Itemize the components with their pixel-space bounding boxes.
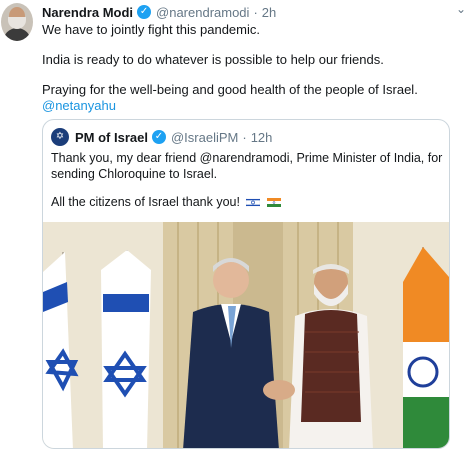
author-avatar[interactable] bbox=[1, 3, 33, 41]
quoted-text-line: sending Chloroquine to Israel. bbox=[51, 167, 218, 181]
tweet-photo[interactable] bbox=[43, 222, 449, 448]
time-separator: · bbox=[253, 4, 258, 20]
avatar-body bbox=[3, 28, 31, 41]
tweet-text-line: India is ready to do whatever is possibl… bbox=[42, 52, 384, 67]
quoted-author-name[interactable]: PM of Israel bbox=[75, 130, 148, 145]
tweet-timestamp[interactable]: 2h bbox=[262, 5, 276, 20]
chevron-down-icon[interactable]: ⌄ bbox=[456, 2, 466, 16]
author-name[interactable]: Narendra Modi bbox=[42, 5, 133, 20]
verified-badge-icon: ✓ bbox=[137, 5, 152, 19]
quoted-timestamp[interactable]: 12h bbox=[251, 130, 273, 145]
israel-flag-icon bbox=[246, 198, 261, 208]
quoted-author-handle[interactable]: @IsraeliPM bbox=[171, 130, 238, 145]
tweet-header: Narendra Modi ✓ @narendramodi · 2h bbox=[42, 4, 276, 20]
quoted-text-line: Thank you, my dear friend @narendramodi,… bbox=[51, 151, 443, 165]
mention-link[interactable]: @netanyahu bbox=[42, 98, 116, 113]
avatar-beard bbox=[8, 17, 26, 29]
author-handle[interactable]: @narendramodi bbox=[156, 5, 249, 20]
quoted-avatar-icon[interactable]: ✡ bbox=[51, 128, 69, 146]
tweet-text-line: We have to jointly fight this pandemic. bbox=[42, 22, 260, 37]
time-separator: · bbox=[242, 129, 247, 145]
india-flag-icon bbox=[266, 198, 281, 208]
quoted-text: All the citizens of Israel thank you! bbox=[51, 195, 240, 209]
quoted-tweet-header: ✡ PM of Israel ✓ @IsraeliPM · 12h bbox=[51, 128, 272, 146]
quoted-text-line-with-flags: All the citizens of Israel thank you! bbox=[51, 195, 281, 209]
photo-illustration bbox=[43, 222, 449, 448]
verified-badge-icon: ✓ bbox=[151, 130, 166, 144]
tweet-text-line: Praying for the well-being and good heal… bbox=[42, 82, 418, 97]
quoted-tweet[interactable]: ✡ PM of Israel ✓ @IsraeliPM · 12h Thank … bbox=[42, 119, 450, 449]
